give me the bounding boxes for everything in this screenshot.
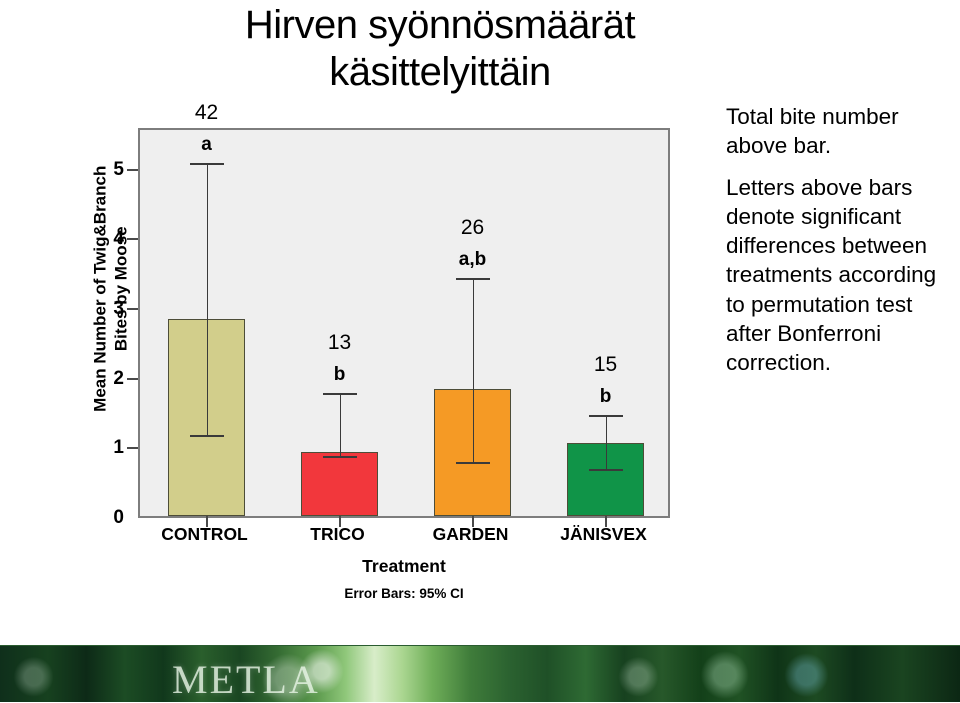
significance-letter: a xyxy=(201,134,212,156)
plot-area: 42 a 13 b 26 a,b 15 b xyxy=(138,101,670,527)
bar-value-label: 13 xyxy=(327,330,352,354)
error-bar-cap-lower xyxy=(588,469,623,472)
error-bar-cap-upper xyxy=(588,414,623,417)
bar-value-label: 42 xyxy=(194,101,219,125)
significance-letter: b xyxy=(333,363,346,385)
y-tick-label: 2 xyxy=(113,367,124,389)
footer-banner: METLA xyxy=(0,645,960,702)
x-category-garden: GARDEN xyxy=(432,524,509,544)
x-category-jänisvex: JÄNISVEX xyxy=(560,524,647,544)
error-bar-cap-upper xyxy=(322,392,357,395)
caption-paragraph-2: Letters above bars denote significant di… xyxy=(726,174,937,376)
significance-letter: a,b xyxy=(458,249,487,271)
error-bar-cap-lower xyxy=(322,455,357,458)
y-tick-label: 5 xyxy=(113,158,124,180)
error-bar-cap-upper xyxy=(189,163,224,166)
significance-letter: b xyxy=(599,385,612,407)
y-tick-mark xyxy=(127,168,138,171)
x-category-trico: TRICO xyxy=(310,524,365,544)
y-tick-label: 1 xyxy=(113,437,124,459)
bar-chart: Mean Number of Twig&Branch Bites by Moos… xyxy=(58,101,683,618)
error-bar-cap-upper xyxy=(455,278,490,281)
error-bar-line xyxy=(472,278,474,463)
y-tick-label: 3 xyxy=(113,298,124,320)
bar-trico xyxy=(301,451,378,516)
title-line-1: Hirven syönnösmäärät xyxy=(244,3,636,47)
error-bar-cap-lower xyxy=(189,435,224,438)
bar-value-label: 15 xyxy=(593,352,618,376)
y-tick-mark xyxy=(127,238,138,241)
x-category-control: CONTROL xyxy=(161,524,248,544)
y-tick-mark xyxy=(127,377,138,380)
title-line-2: käsittelyittäin xyxy=(329,50,551,95)
page-title: Hirven syönnösmäärät käsittelyittäin xyxy=(180,2,700,96)
chart-caption: Total bite number above bar. Letters abo… xyxy=(726,102,946,377)
error-bar-note: Error Bars: 95% CI xyxy=(344,586,464,601)
y-tick-mark xyxy=(127,308,138,311)
y-axis-ticks: 0 1 2 3 4 5 xyxy=(58,118,138,528)
slide-canvas: Hirven syönnösmäärät käsittelyittäin Tot… xyxy=(0,0,960,702)
x-axis-label: Treatment xyxy=(362,556,446,576)
metla-logo: METLA xyxy=(172,657,320,702)
error-bar-cap-lower xyxy=(455,462,490,465)
error-bar-line xyxy=(605,414,607,470)
y-tick-label: 4 xyxy=(113,228,124,250)
error-bar-line xyxy=(339,392,341,456)
y-tick-label: 0 xyxy=(113,507,124,528)
y-tick-mark xyxy=(127,447,138,450)
caption-paragraph-1: Total bite number above bar. xyxy=(726,104,899,159)
error-bar-line xyxy=(206,163,208,436)
bar-value-label: 26 xyxy=(460,216,485,240)
